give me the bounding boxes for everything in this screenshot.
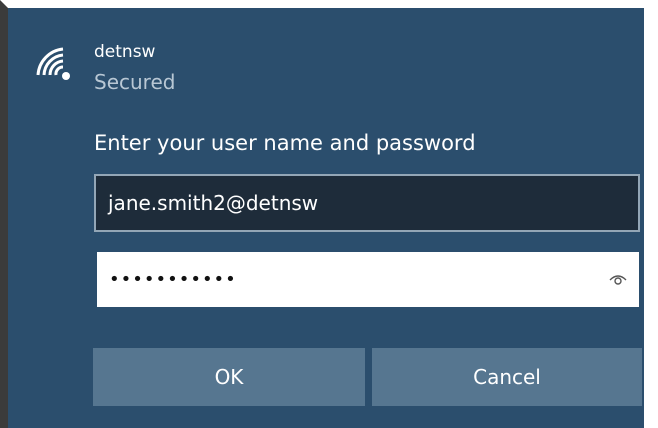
- wifi-signal-icon: [36, 47, 70, 80]
- network-name: detnsw: [94, 42, 156, 62]
- ok-button[interactable]: OK: [93, 348, 365, 406]
- network-security-status: Secured: [94, 70, 176, 94]
- password-masked-value: •••••••••••: [109, 269, 237, 290]
- username-input[interactable]: jane.smith2@detnsw: [94, 174, 640, 232]
- wifi-connect-panel: detnsw Secured Enter your user name and …: [0, 0, 658, 428]
- password-input[interactable]: •••••••••••: [97, 252, 639, 307]
- username-value: jane.smith2@detnsw: [108, 191, 319, 215]
- credentials-prompt: Enter your user name and password: [94, 131, 476, 155]
- eye-icon[interactable]: [609, 271, 627, 287]
- cancel-button[interactable]: Cancel: [372, 348, 642, 406]
